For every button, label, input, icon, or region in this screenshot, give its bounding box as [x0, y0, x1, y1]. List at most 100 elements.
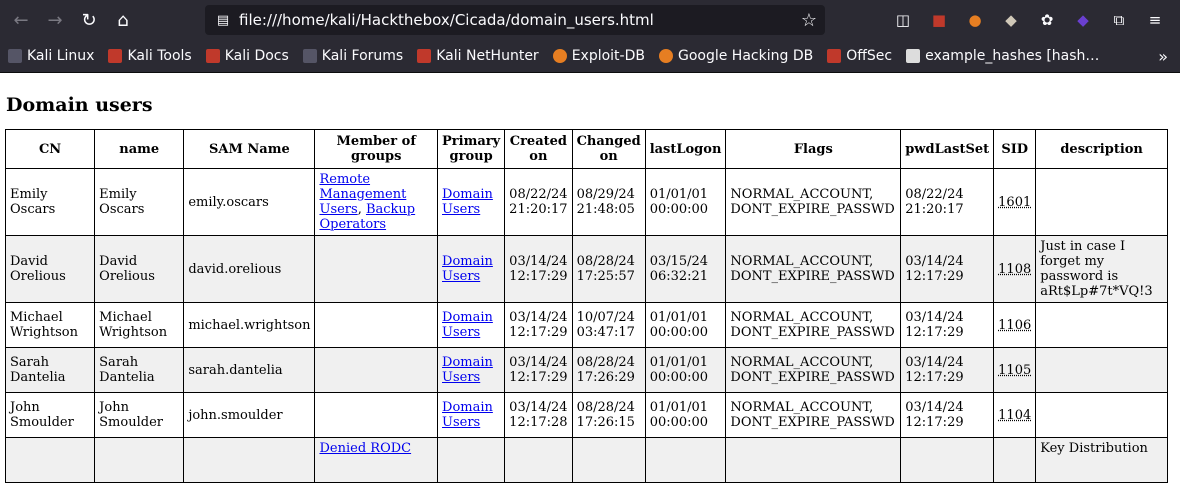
table-row: John Smoulder John Smoulder john.smoulde… [4, 392, 1168, 438]
cell-changed [571, 437, 646, 483]
cell-name: David Orelious [94, 235, 185, 303]
bookmark-kali-docs[interactable]: Kali Docs [205, 48, 289, 64]
primary-group-link[interactable]: Domain Users [442, 310, 493, 340]
cell-sam: sarah.dantelia [183, 347, 316, 393]
bookmark-example-hashes[interactable]: example_hashes [hash… [906, 48, 1099, 64]
sid-value: 1105 [998, 362, 1032, 378]
ublock-icon[interactable]: ■ [924, 5, 954, 35]
cell-name: Sarah Dantelia [94, 347, 185, 393]
primary-group-link[interactable]: Domain Users [442, 355, 493, 385]
exploit-db-icon [552, 49, 567, 63]
cell-sid: 1601 [993, 168, 1037, 236]
page-content: Domain users CN name SAM Name Member of … [0, 94, 1180, 483]
cell-description [1035, 392, 1168, 438]
back-icon[interactable]: ← [4, 3, 38, 37]
cell-flags [725, 437, 902, 483]
extensions-icon[interactable]: ⧉ [1104, 5, 1134, 35]
cell-sid: 1105 [993, 347, 1037, 393]
bookmarks-bar: Kali Linux Kali Tools Kali Docs Kali For… [0, 40, 1180, 73]
sid-value: 1106 [998, 317, 1032, 333]
header-name: name [94, 129, 185, 169]
nethunter-icon [417, 49, 432, 63]
hashcat-icon [906, 49, 921, 63]
offsec-icon [827, 49, 842, 63]
cell-lastlogon: 01/01/01 00:00:00 [644, 392, 727, 438]
cell-flags: NORMAL_ACCOUNT, DONT_EXPIRE_PASSWD [725, 347, 902, 393]
extension-icon-2[interactable]: ◆ [996, 5, 1026, 35]
cell-sam: john.smoulder [183, 392, 316, 438]
bookmark-kali-forums[interactable]: Kali Forums [302, 48, 403, 64]
group-link[interactable]: Denied RODC [319, 441, 411, 456]
cell-changed: 10/07/24 03:47:17 [571, 302, 646, 348]
cell-changed: 08/28/24 17:25:57 [571, 235, 646, 303]
header-sid: SID [993, 129, 1037, 169]
cell-primary-group: Domain Users [437, 347, 506, 393]
bookmark-kali-linux[interactable]: Kali Linux [8, 48, 94, 64]
cell-sid [993, 437, 1037, 483]
cell-lastlogon: 01/01/01 00:00:00 [644, 168, 727, 236]
cell-description [1035, 168, 1168, 236]
cell-sid: 1106 [993, 302, 1037, 348]
cell-flags: NORMAL_ACCOUNT, DONT_EXPIRE_PASSWD [725, 392, 902, 438]
table-row: David Orelious David Orelious david.orel… [4, 235, 1168, 303]
chevron-right-icon[interactable]: » [1158, 47, 1168, 66]
cell-sid: 1104 [993, 392, 1037, 438]
primary-group-link[interactable]: Domain Users [442, 254, 493, 284]
header-member-of-groups: Member of groups [314, 129, 439, 169]
cell-sam: emily.oscars [183, 168, 316, 236]
cell-groups: Denied RODC [314, 437, 439, 483]
menu-icon[interactable]: ≡ [1140, 5, 1170, 35]
cell-description: Key Distribution [1035, 437, 1168, 483]
kali-docs-icon [205, 49, 220, 63]
cell-flags: NORMAL_ACCOUNT, DONT_EXPIRE_PASSWD [725, 235, 902, 303]
ghdb-icon [658, 49, 673, 63]
cell-description [1035, 347, 1168, 393]
header-changed-on: Changed on [571, 129, 646, 169]
cell-sam [183, 437, 316, 483]
reload-icon[interactable]: ↻ [72, 3, 106, 37]
extension-icon-3[interactable]: ◆ [1068, 5, 1098, 35]
users-table: CN name SAM Name Member of groups Primar… [4, 129, 1168, 483]
cell-description [1035, 302, 1168, 348]
url-text[interactable]: file:///home/kali/Hackthebox/Cicada/doma… [239, 11, 801, 29]
cell-created: 03/14/24 12:17:29 [504, 302, 573, 348]
cell-primary-group: Domain Users [437, 168, 506, 236]
extension-icon-1[interactable]: ● [960, 5, 990, 35]
kali-tools-icon [108, 49, 123, 63]
toolbar-right-icons: ◫ ■ ● ◆ ✿ ◆ ⧉ ≡ [888, 0, 1170, 40]
primary-group-link[interactable]: Domain Users [442, 400, 493, 430]
cell-created: 08/22/24 21:20:17 [504, 168, 573, 236]
cell-cn: Michael Wrightson [4, 302, 96, 348]
cell-pwdlastset [900, 437, 995, 483]
page-icon: ▤ [216, 12, 230, 28]
bookmark-exploit-db[interactable]: Exploit-DB [552, 48, 645, 64]
cell-name: John Smoulder [94, 392, 185, 438]
kali-dragon-icon [8, 49, 22, 63]
cookie-icon[interactable]: ✿ [1032, 5, 1062, 35]
bookmark-google-hacking-db[interactable]: Google Hacking DB [658, 48, 813, 64]
cell-flags: NORMAL_ACCOUNT, DONT_EXPIRE_PASSWD [725, 302, 902, 348]
bookmark-kali-nethunter[interactable]: Kali NetHunter [417, 48, 539, 64]
url-bar[interactable]: ▤ file:///home/kali/Hackthebox/Cicada/do… [205, 5, 825, 35]
header-primary-group: Primary group [437, 129, 506, 169]
home-icon[interactable]: ⌂ [106, 3, 140, 37]
cell-sam: david.orelious [183, 235, 316, 303]
cell-groups [314, 347, 439, 393]
table-row: Michael Wrightson Michael Wrightson mich… [4, 302, 1168, 348]
cell-lastlogon [644, 437, 727, 483]
cell-name: Emily Oscars [94, 168, 185, 236]
pocket-icon[interactable]: ◫ [888, 5, 918, 35]
cell-name [94, 437, 185, 483]
forward-icon[interactable]: → [38, 3, 72, 37]
sid-value: 1601 [998, 194, 1032, 210]
cell-groups [314, 302, 439, 348]
sid-value: 1104 [998, 407, 1032, 423]
bookmark-star-icon[interactable]: ☆ [801, 10, 817, 31]
page-title: Domain users [6, 94, 153, 116]
header-flags: Flags [725, 129, 902, 169]
bookmark-kali-tools[interactable]: Kali Tools [108, 48, 192, 64]
bookmark-offsec[interactable]: OffSec [827, 48, 892, 64]
cell-changed: 08/28/24 17:26:29 [571, 347, 646, 393]
primary-group-link[interactable]: Domain Users [442, 187, 493, 217]
cell-flags: NORMAL_ACCOUNT, DONT_EXPIRE_PASSWD [725, 168, 902, 236]
